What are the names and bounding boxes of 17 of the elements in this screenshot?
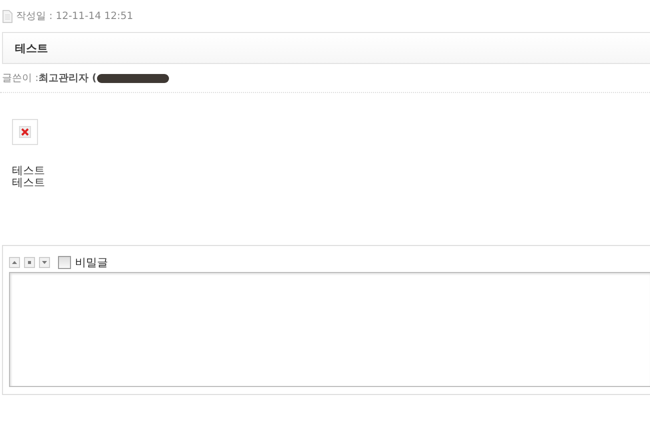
comment-field[interactable] — [9, 272, 650, 387]
reset-size-button[interactable] — [24, 256, 35, 268]
author-name: 최고관리자 ( — [38, 72, 97, 85]
secret-checkbox[interactable] — [58, 256, 71, 268]
up-triangle-icon — [12, 260, 17, 264]
broken-image-icon — [19, 126, 31, 138]
expand-up-button[interactable] — [9, 256, 20, 268]
square-icon — [28, 260, 31, 264]
expand-down-button[interactable] — [39, 256, 50, 268]
document-icon — [2, 10, 13, 22]
post-title: 테스트 — [2, 32, 650, 64]
post-date: 작성일 : 12-11-14 12:51 — [16, 10, 134, 23]
author-label: 글쓴이 : — [2, 72, 39, 85]
body-text: 테스트 — [12, 177, 46, 189]
down-triangle-icon — [42, 260, 47, 264]
body-text: 테스트 — [12, 165, 46, 177]
secret-label: 비밀글 — [75, 254, 108, 270]
